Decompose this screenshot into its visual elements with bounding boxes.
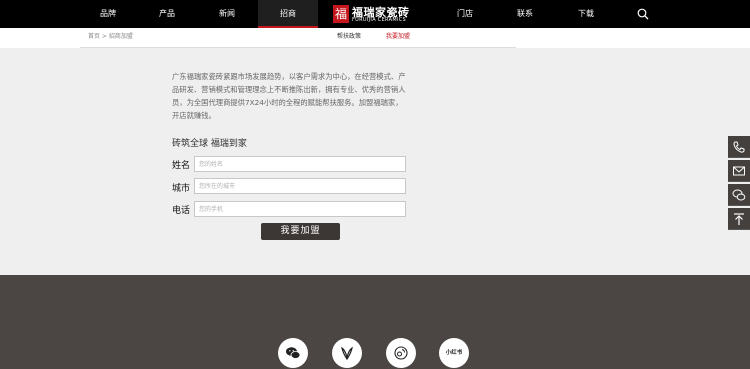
mail-icon [733, 166, 745, 176]
name-field-label: 姓名 [172, 161, 191, 171]
nav-item-products[interactable]: 产品 [137, 0, 197, 28]
nav-item-stores[interactable]: 门店 [435, 0, 495, 28]
float-back-to-top-button[interactable] [728, 208, 750, 230]
footer [0, 275, 750, 369]
form-slogan: 砖筑全球 福瑞到家 [172, 139, 247, 149]
top-navigation: 品牌 产品 新闻 招商 福 福瑞家瓷砖 FURUIJIA CERAMICS 门店… [0, 0, 750, 28]
breadcrumb[interactable]: 首页 > 招商加盟 [88, 28, 133, 48]
search-icon[interactable] [637, 8, 649, 20]
subbar-divider [80, 47, 516, 48]
logo-english-name: FURUIJIA CERAMICS [352, 17, 406, 23]
phone-field-label: 电话 [172, 206, 191, 216]
join-submit-button[interactable]: 我要加盟 [261, 223, 340, 240]
phone-input[interactable] [194, 201, 406, 217]
footer-douyin-button[interactable] [332, 338, 362, 368]
phone-icon [733, 141, 745, 153]
xiaohongshu-icon: 小红书 [445, 350, 463, 356]
weibo-icon [394, 346, 408, 360]
city-input[interactable] [194, 178, 406, 194]
back-to-top-icon [734, 213, 744, 225]
float-mail-button[interactable] [728, 160, 750, 182]
nav-item-brand[interactable]: 品牌 [78, 0, 138, 28]
franchise-intro-text: 广东福瑞家瓷砖紧跟市场发展趋势，以客户需求为中心，在经营模式、产品研发、营销模式… [172, 72, 406, 120]
footer-xiaohongshu-button[interactable]: 小红书 [439, 338, 469, 368]
footer-wechat-button[interactable] [278, 338, 308, 368]
tab-support-policy[interactable]: 帮扶政策 [337, 28, 361, 48]
sub-navigation-bar: 首页 > 招商加盟 帮扶政策 我要加盟 [0, 28, 750, 48]
brand-logo[interactable]: 福 福瑞家瓷砖 FURUIJIA CERAMICS [333, 3, 417, 25]
nav-item-news[interactable]: 新闻 [197, 0, 257, 28]
douyin-icon [341, 346, 353, 361]
float-phone-button[interactable] [728, 136, 750, 158]
logo-mark: 福 [333, 5, 349, 23]
nav-item-download[interactable]: 下载 [556, 0, 616, 28]
name-input[interactable] [194, 156, 406, 172]
wechat-icon [286, 347, 301, 359]
float-wechat-button[interactable] [728, 184, 750, 206]
tab-join-franchise[interactable]: 我要加盟 [386, 28, 410, 48]
wechat-icon [732, 189, 746, 201]
nav-item-franchise[interactable]: 招商 [258, 0, 318, 28]
city-field-label: 城市 [172, 184, 191, 194]
nav-item-contact[interactable]: 联系 [495, 0, 555, 28]
footer-weibo-button[interactable] [386, 338, 416, 368]
